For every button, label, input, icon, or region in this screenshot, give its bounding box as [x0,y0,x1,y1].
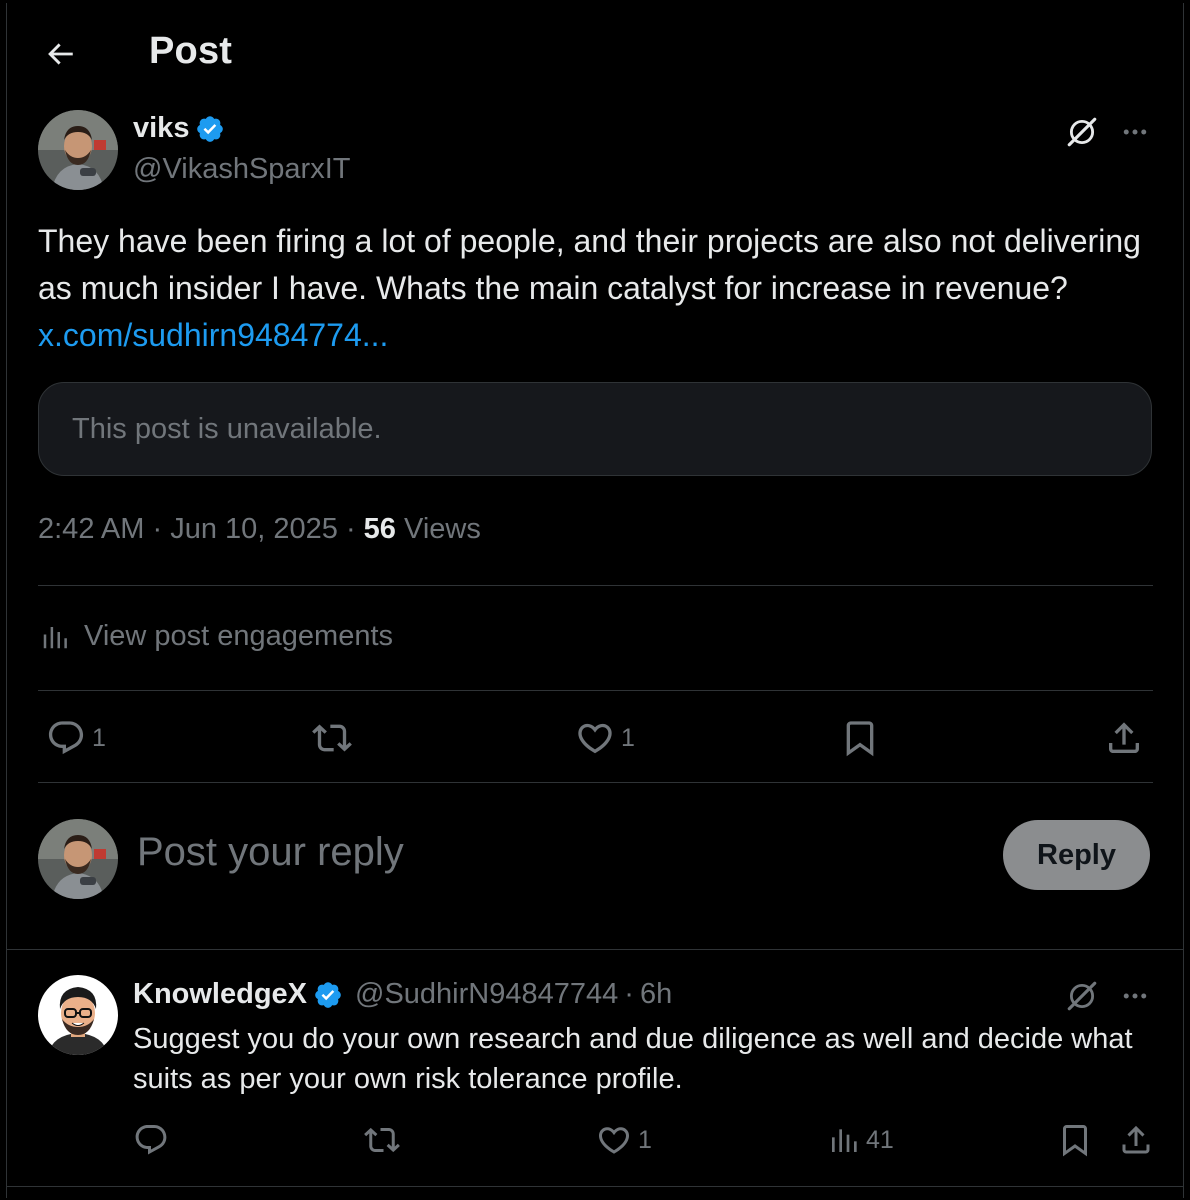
reply-icon [48,721,84,755]
engagements-label: View post engagements [84,620,394,652]
like-count: 1 [621,723,635,752]
reply-author-name[interactable]: KnowledgeX [133,978,307,1011]
reply-avatar[interactable] [38,975,118,1055]
engagements-chart-icon [43,626,67,648]
reply-icon [135,1125,167,1155]
views-icon [832,1129,857,1152]
post-text: They have been firing a lot of people, a… [38,218,1158,359]
bookmark-icon [846,721,874,757]
quoted-post-unavailable: This post is unavailable. [38,382,1152,476]
share-icon [1122,1125,1150,1154]
meta-separator: · [337,513,364,545]
views-count: 56 [363,513,396,545]
meta-separator: · [144,513,171,545]
divider [38,585,1153,586]
reply-bookmark-action[interactable] [1057,1122,1093,1158]
more-button[interactable] [1115,112,1155,152]
reply-action[interactable]: 1 [46,718,106,758]
back-arrow-icon [48,43,73,65]
back-button[interactable] [40,34,80,74]
reply-views-count: 41 [866,1125,894,1154]
more-icon [1123,993,1147,999]
composer-avatar[interactable] [38,819,118,899]
views-label: Views [404,513,481,545]
verified-badge-icon [315,981,341,1008]
reply-grok-button[interactable] [1062,976,1102,1016]
reply-time[interactable]: 6h [640,978,672,1011]
bookmark-icon [1063,1125,1087,1157]
post-date[interactable]: Jun 10, 2025 [170,513,338,545]
divider [38,690,1153,691]
repost-icon [364,1127,400,1153]
reply-reply-action[interactable] [133,1122,169,1158]
reply-button[interactable]: Reply [1003,820,1150,890]
post-link[interactable]: x.com/sudhirn9484774... [38,317,388,353]
grok-icon [1067,117,1097,147]
meta-separator: · [624,978,634,1010]
divider [38,782,1153,783]
view-engagements-link[interactable]: View post engagements [40,620,393,653]
reply-share-action[interactable] [1118,1122,1154,1158]
reply-views-action[interactable]: 41 [828,1122,894,1158]
divider [6,1186,1184,1187]
author-handle[interactable]: @VikashSparxIT [133,153,351,186]
share-action[interactable] [1104,718,1144,758]
author-name-text: viks [133,112,190,144]
reply-more-button[interactable] [1115,976,1155,1016]
reply-like-count: 1 [638,1125,652,1154]
grok-icon [1067,981,1097,1011]
verified-badge-icon [197,115,224,142]
page-title: Post [149,30,233,72]
post-time[interactable]: 2:42 AM [38,513,144,545]
post-meta: 2:42 AM · Jun 10, 2025 · 56 Views [38,513,481,546]
reply-count: 1 [92,723,106,752]
avatar[interactable] [38,110,118,190]
like-icon [578,723,612,754]
reply-author-handle[interactable]: @SudhirN94847744 [355,978,618,1011]
like-action[interactable]: 1 [575,718,635,758]
repost-action[interactable] [310,718,354,758]
author-name[interactable]: viks [133,112,225,145]
reply-text: Suggest you do your own research and due… [133,1023,1133,1095]
grok-button[interactable] [1062,112,1102,152]
share-icon [1109,722,1139,753]
reply-repost-action[interactable] [362,1122,402,1158]
repost-icon [312,724,352,752]
divider [6,949,1184,950]
like-icon [598,1127,630,1154]
reply-author: KnowledgeX @SudhirN94847744 · 6h [133,978,672,1011]
reply-input[interactable]: Post your reply [137,830,957,875]
bookmark-action[interactable] [840,718,880,758]
reply-like-action[interactable]: 1 [596,1122,652,1158]
post-body-text: They have been firing a lot of people, a… [38,223,1141,306]
more-icon [1123,129,1147,135]
